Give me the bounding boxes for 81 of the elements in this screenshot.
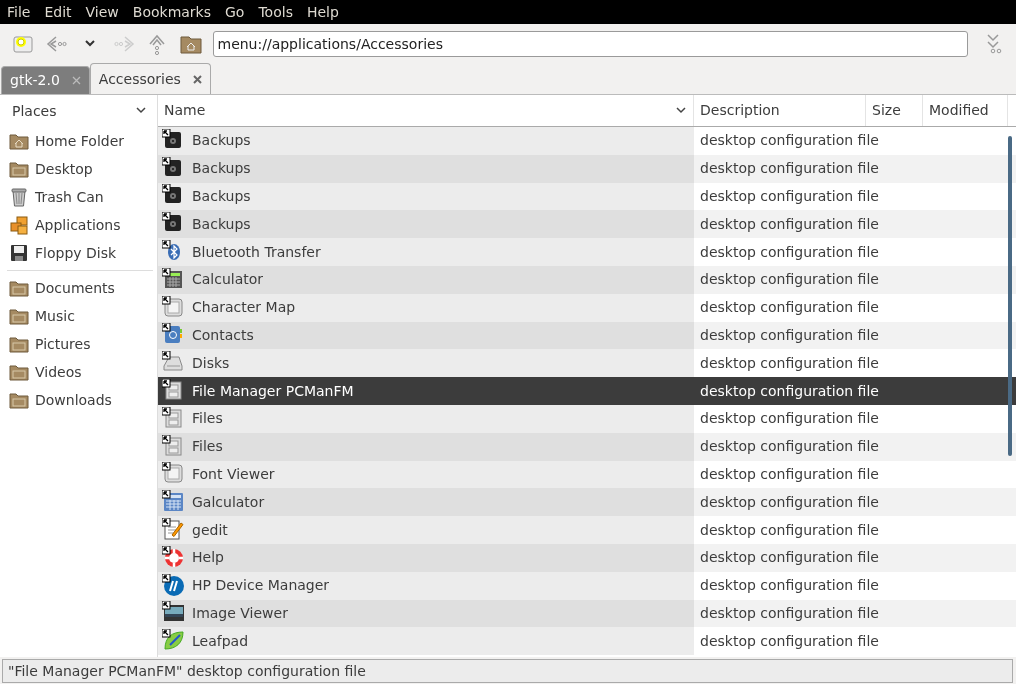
menu-item[interactable]: Help xyxy=(299,0,346,24)
folder-icon xyxy=(9,159,29,179)
file-name: Backups xyxy=(192,187,251,206)
file-description: desktop configuration file xyxy=(700,298,879,318)
file-description: desktop configuration file xyxy=(700,631,879,651)
column-header[interactable]: Size xyxy=(866,95,923,126)
file-description: desktop configuration file xyxy=(700,353,879,373)
file-name: Character Map xyxy=(192,298,296,318)
sidebar-item[interactable]: Trash Can xyxy=(0,183,157,211)
file-description: desktop configuration file xyxy=(700,187,879,206)
sidebar-item[interactable]: Desktop xyxy=(0,155,157,183)
file-name: Image Viewer xyxy=(192,603,288,623)
sidebar-item[interactable]: Videos xyxy=(0,358,157,386)
file-description: desktop configuration file xyxy=(700,325,879,345)
close-icon[interactable] xyxy=(192,74,202,84)
tab[interactable]: Accessories xyxy=(89,63,211,94)
menu-item[interactable]: Edit xyxy=(37,0,79,24)
chevron-down-icon[interactable] xyxy=(135,107,147,115)
file-description: desktop configuration file xyxy=(700,214,879,234)
file-name: File Manager PCManFM xyxy=(192,381,354,401)
menu-item[interactable]: Bookmarks xyxy=(125,0,218,24)
help-shortcut-icon xyxy=(162,545,186,570)
menu-item[interactable]: Tools xyxy=(251,0,300,24)
file-name: Files xyxy=(192,437,223,457)
column-header[interactable]: Name xyxy=(158,95,694,126)
folder-icon xyxy=(9,334,29,354)
folder-icon xyxy=(9,390,29,410)
file-name: Backups xyxy=(192,159,251,179)
sidebar-item[interactable]: Music xyxy=(0,302,157,330)
sidebar-item[interactable]: Home Folder xyxy=(0,127,157,155)
sidebar-item[interactable]: Floppy Disk xyxy=(0,239,157,267)
file-description: desktop configuration file xyxy=(700,437,879,457)
file-name: Leafpad xyxy=(192,631,249,651)
file-name: Galculator xyxy=(192,492,265,512)
trash-icon xyxy=(9,187,29,207)
menu-item[interactable]: View xyxy=(78,0,126,24)
sidebar-item[interactable]: Downloads xyxy=(0,386,157,414)
menu-item[interactable]: File xyxy=(0,0,38,24)
folder-icon xyxy=(9,278,29,298)
menu-item[interactable]: Go xyxy=(218,0,252,24)
file-name: Bluetooth Transfer xyxy=(192,242,321,262)
file-description: desktop configuration file xyxy=(700,492,879,512)
places-title: Places xyxy=(12,101,57,121)
file-description: desktop configuration file xyxy=(700,159,879,179)
file-description: desktop configuration file xyxy=(700,242,879,262)
sidebar-item[interactable]: Applications xyxy=(0,211,157,239)
file-name: Disks xyxy=(192,353,230,373)
editor-shortcut-icon xyxy=(162,518,186,543)
column-header[interactable]: Description xyxy=(694,95,866,126)
file-description: desktop configuration file xyxy=(700,576,879,596)
file-name: Help xyxy=(192,548,224,568)
file-name: Files xyxy=(192,409,223,429)
folder-icon xyxy=(9,362,29,382)
file-description: desktop configuration file xyxy=(700,409,879,429)
file-description: desktop configuration file xyxy=(700,603,879,623)
address-field[interactable]: menu://applications/Accessories xyxy=(212,31,968,57)
file-description: desktop configuration file xyxy=(700,548,879,568)
column-header[interactable]: Modified xyxy=(923,95,1008,126)
file-description: desktop configuration file xyxy=(700,464,879,484)
file-name: Contacts xyxy=(192,325,254,345)
file-name: Backups xyxy=(192,131,251,151)
home-folder-icon xyxy=(9,131,29,151)
file-name: HP Device Manager xyxy=(192,576,330,596)
file-description: desktop configuration file xyxy=(700,270,879,290)
folder-icon xyxy=(9,306,29,326)
file-description: desktop configuration file xyxy=(700,381,879,401)
boxes-icon xyxy=(9,215,29,235)
key-shortcut-icon xyxy=(162,295,186,320)
file-name: Backups xyxy=(192,214,251,234)
sidebar-item[interactable]: Pictures xyxy=(0,330,157,358)
file-name: Font Viewer xyxy=(192,464,275,484)
file-name: gedit xyxy=(192,520,228,540)
file-description: desktop configuration file xyxy=(700,520,879,540)
sidebar-item[interactable]: Documents xyxy=(0,274,157,302)
close-icon[interactable] xyxy=(71,76,81,85)
file-description: desktop configuration file xyxy=(700,131,879,151)
tab[interactable]: gtk-2.0 xyxy=(1,66,90,94)
file-name: Calculator xyxy=(192,270,264,290)
chevron-down-icon xyxy=(84,40,96,48)
scrollbar-thumb[interactable] xyxy=(1008,136,1012,456)
status-text: "File Manager PCManFM" desktop configuration file xyxy=(2,658,1013,683)
